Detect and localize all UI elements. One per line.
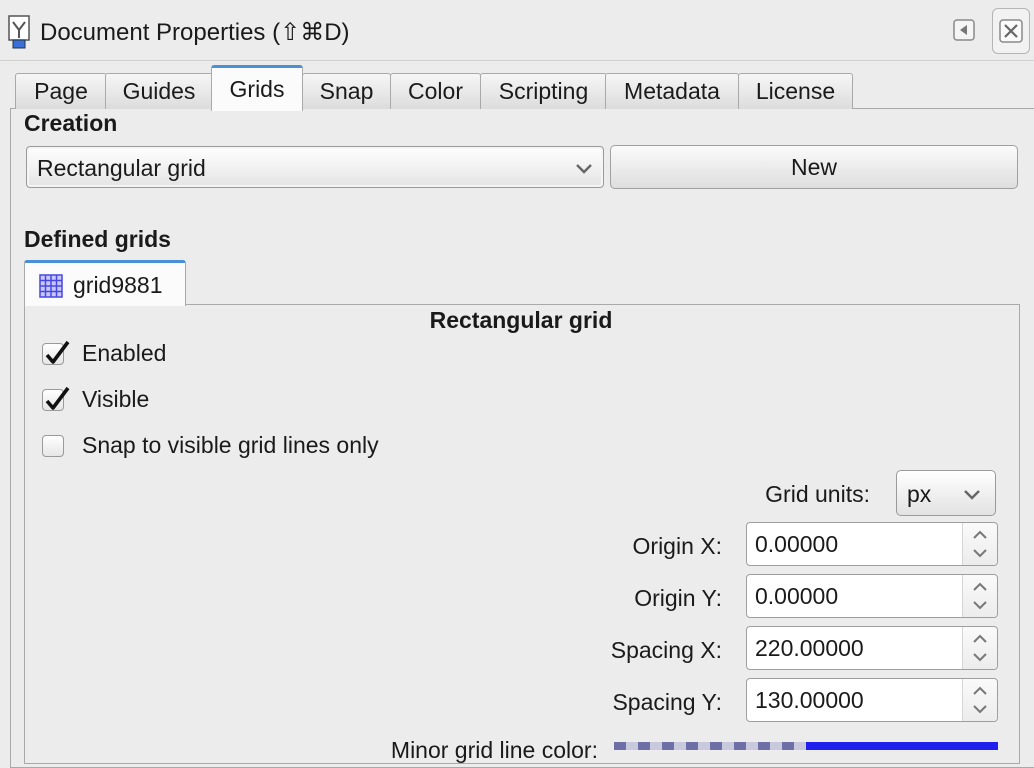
tab-page[interactable]: Page — [15, 73, 107, 109]
minor-color-label: Minor grid line color: — [390, 737, 598, 763]
grid-type-heading-text: Rectangular grid — [429, 307, 613, 333]
tab-guides[interactable]: Guides — [105, 73, 213, 109]
chevron-up-icon[interactable] — [971, 683, 989, 699]
origin-x-input[interactable] — [749, 525, 965, 563]
tab-scripting[interactable]: Scripting — [480, 73, 607, 109]
grid-units-value: px — [907, 481, 932, 507]
tab-grids[interactable]: Grids — [211, 65, 303, 111]
spacing-x-stepper[interactable] — [962, 627, 997, 669]
spacing-x-input[interactable] — [749, 629, 965, 667]
dock-left-icon[interactable] — [952, 18, 976, 42]
checkmark-icon — [45, 340, 70, 364]
snap-visible-only-checkbox[interactable] — [42, 435, 64, 457]
chevron-down-icon — [576, 164, 592, 174]
grid-units-dropdown[interactable]: px — [896, 470, 996, 516]
chevron-down-icon — [964, 490, 980, 500]
tab-license[interactable]: License — [738, 73, 853, 109]
grid-type-dropdown[interactable]: Rectangular grid — [26, 146, 604, 188]
origin-x-stepper[interactable] — [962, 523, 997, 565]
chevron-up-icon[interactable] — [971, 631, 989, 647]
chevron-down-icon[interactable] — [971, 649, 989, 665]
grid-icon — [39, 274, 63, 298]
close-icon — [999, 19, 1023, 43]
tab-metadata[interactable]: Metadata — [605, 73, 739, 109]
grid-type-heading: Rectangular grid — [0, 307, 1034, 334]
spacing-y-stepper[interactable] — [962, 679, 997, 721]
origin-y-stepper[interactable] — [962, 575, 997, 617]
enabled-checkbox-row[interactable]: Enabled — [42, 340, 242, 370]
spacing-x-label: Spacing X: — [610, 637, 722, 663]
minor-color-swatch-alpha[interactable] — [614, 742, 806, 750]
tab-grid9881[interactable]: grid9881 — [24, 260, 186, 306]
defined-grids-heading: Defined grids — [24, 226, 171, 252]
origin-x-spinner — [746, 522, 998, 566]
close-button[interactable] — [992, 8, 1030, 54]
window-title: Document Properties (⇧⌘D) — [40, 19, 350, 46]
grid-units-label: Grid units: — [765, 481, 870, 507]
minor-color-swatch[interactable] — [806, 742, 998, 750]
creation-heading: Creation — [24, 110, 118, 136]
chevron-up-icon[interactable] — [971, 579, 989, 595]
spacing-y-spinner — [746, 678, 998, 722]
grid-type-value: Rectangular grid — [37, 155, 206, 181]
snap-checkbox-row[interactable]: Snap to visible grid lines only — [42, 432, 402, 462]
origin-y-label: Origin Y: — [634, 585, 722, 611]
origin-x-label: Origin X: — [632, 533, 722, 559]
visible-label: Visible — [82, 386, 150, 412]
chevron-up-icon[interactable] — [971, 527, 989, 543]
new-grid-button[interactable]: New — [610, 145, 1018, 189]
enabled-checkbox[interactable] — [42, 340, 70, 365]
checkmark-icon — [45, 386, 70, 410]
chevron-down-icon[interactable] — [971, 597, 989, 613]
spacing-x-spinner — [746, 626, 998, 670]
visible-checkbox[interactable] — [42, 386, 70, 411]
tab-color[interactable]: Color — [390, 73, 481, 109]
enabled-label: Enabled — [82, 340, 167, 366]
grid-tab-label: grid9881 — [73, 272, 163, 298]
document-properties-icon — [6, 14, 34, 50]
chevron-down-icon[interactable] — [971, 701, 989, 717]
spacing-y-label: Spacing Y: — [612, 689, 722, 715]
visible-checkbox-row[interactable]: Visible — [42, 386, 242, 416]
snap-visible-only-label: Snap to visible grid lines only — [82, 432, 379, 458]
tab-snap[interactable]: Snap — [302, 73, 391, 109]
chevron-down-icon[interactable] — [971, 545, 989, 561]
origin-y-spinner — [746, 574, 998, 618]
origin-y-input[interactable] — [749, 577, 965, 615]
spacing-y-input[interactable] — [749, 681, 965, 719]
